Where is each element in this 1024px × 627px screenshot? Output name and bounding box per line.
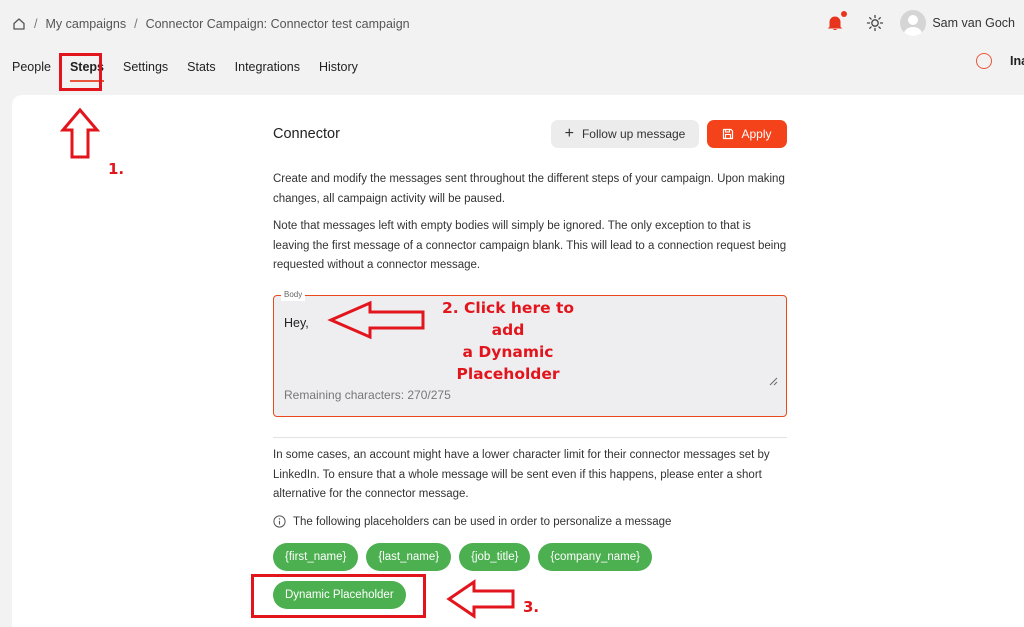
annotation-step-3: 3.	[523, 598, 540, 616]
apply-label: Apply	[741, 127, 772, 141]
top-right-controls: Sam van Goch	[826, 10, 1024, 36]
section-divider	[273, 437, 787, 438]
placeholders-note: The following placeholders can be used i…	[273, 515, 671, 528]
tab-stats[interactable]: Stats	[187, 60, 216, 78]
follow-up-label: Follow up message	[581, 127, 686, 141]
annotation-step-2-line-3: Placeholder	[456, 365, 560, 383]
breadcrumb-separator: /	[34, 17, 38, 31]
annotation-step-2-line-1: 2. Click here to add	[441, 299, 575, 339]
placeholder-chip[interactable]: {company_name}	[538, 543, 652, 571]
placeholder-chip[interactable]: {last_name}	[366, 543, 452, 571]
annotation-step-2-line-2: a Dynamic	[462, 343, 554, 361]
tab-history[interactable]: History	[319, 60, 358, 78]
resize-handle-icon[interactable]	[768, 376, 778, 386]
avatar[interactable]	[900, 10, 927, 36]
annotation-step-2: 2. Click here to add a Dynamic Placehold…	[426, 297, 590, 385]
breadcrumb: / My campaigns / Connector Campaign: Con…	[12, 17, 410, 31]
plus-icon: +	[564, 125, 574, 142]
tab-people[interactable]: People	[12, 60, 51, 78]
home-icon[interactable]	[12, 17, 26, 31]
editor-header: Connector + Follow up message Apply	[273, 120, 787, 148]
user-name[interactable]: Sam van Goch	[932, 16, 1015, 30]
body-field-value[interactable]: Hey,	[284, 316, 309, 330]
breadcrumb-current: Connector Campaign: Connector test campa…	[145, 17, 410, 31]
remaining-characters: Remaining characters: 270/275	[284, 388, 451, 402]
status-label: Ina	[1010, 54, 1024, 68]
limit-note-text: In some cases, an account might have a l…	[273, 449, 770, 500]
notification-dot	[841, 11, 848, 17]
status-ring-icon	[976, 53, 992, 69]
note-text: Note that messages left with empty bodie…	[273, 220, 787, 271]
save-icon	[723, 128, 734, 140]
top-bar: / My campaigns / Connector Campaign: Con…	[0, 0, 1024, 48]
campaign-status-toggle[interactable]: Ina	[976, 53, 1024, 69]
placeholder-chip[interactable]: {first_name}	[273, 543, 359, 571]
bell-icon[interactable]	[826, 11, 848, 32]
step-title: Connector	[273, 126, 340, 142]
placeholder-chips: {first_name} {last_name} {job_title} {co…	[273, 543, 660, 571]
body-field-label: Body	[281, 289, 306, 301]
tab-settings[interactable]: Settings	[123, 60, 168, 78]
annotation-box-dynamic	[251, 574, 426, 618]
annotation-arrow-up	[59, 107, 101, 159]
annotation-step-1: 1.	[108, 160, 125, 178]
info-icon	[273, 515, 286, 528]
sun-icon[interactable]	[866, 14, 884, 32]
placeholder-chip[interactable]: {job_title}	[459, 543, 531, 571]
tab-integrations[interactable]: Integrations	[235, 60, 300, 78]
breadcrumb-my-campaigns[interactable]: My campaigns	[45, 17, 126, 31]
placeholders-note-text: The following placeholders can be used i…	[293, 515, 672, 528]
annotation-box-steps	[59, 53, 102, 91]
annotation-arrow-left	[327, 300, 425, 340]
intro-text: Create and modify the messages sent thro…	[273, 173, 785, 205]
apply-button[interactable]: Apply	[707, 120, 787, 148]
annotation-arrow-left-3	[446, 579, 515, 619]
breadcrumb-separator: /	[134, 17, 138, 31]
follow-up-message-button[interactable]: + Follow up message	[551, 120, 699, 148]
